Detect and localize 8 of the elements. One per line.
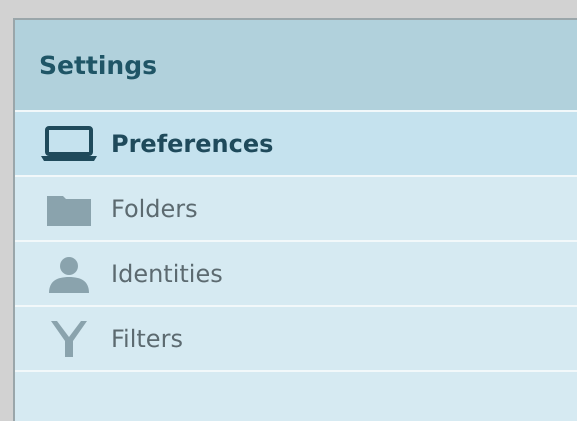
settings-item[interactable]: Identities xyxy=(15,242,577,307)
settings-item[interactable]: Preferences xyxy=(15,112,577,177)
panel-title: Settings xyxy=(39,50,158,80)
filter-icon xyxy=(49,318,89,358)
laptop-icon xyxy=(41,126,97,162)
settings-item[interactable]: Folders xyxy=(15,177,577,242)
person-icon xyxy=(47,254,91,292)
settings-item[interactable]: Filters xyxy=(15,307,577,372)
